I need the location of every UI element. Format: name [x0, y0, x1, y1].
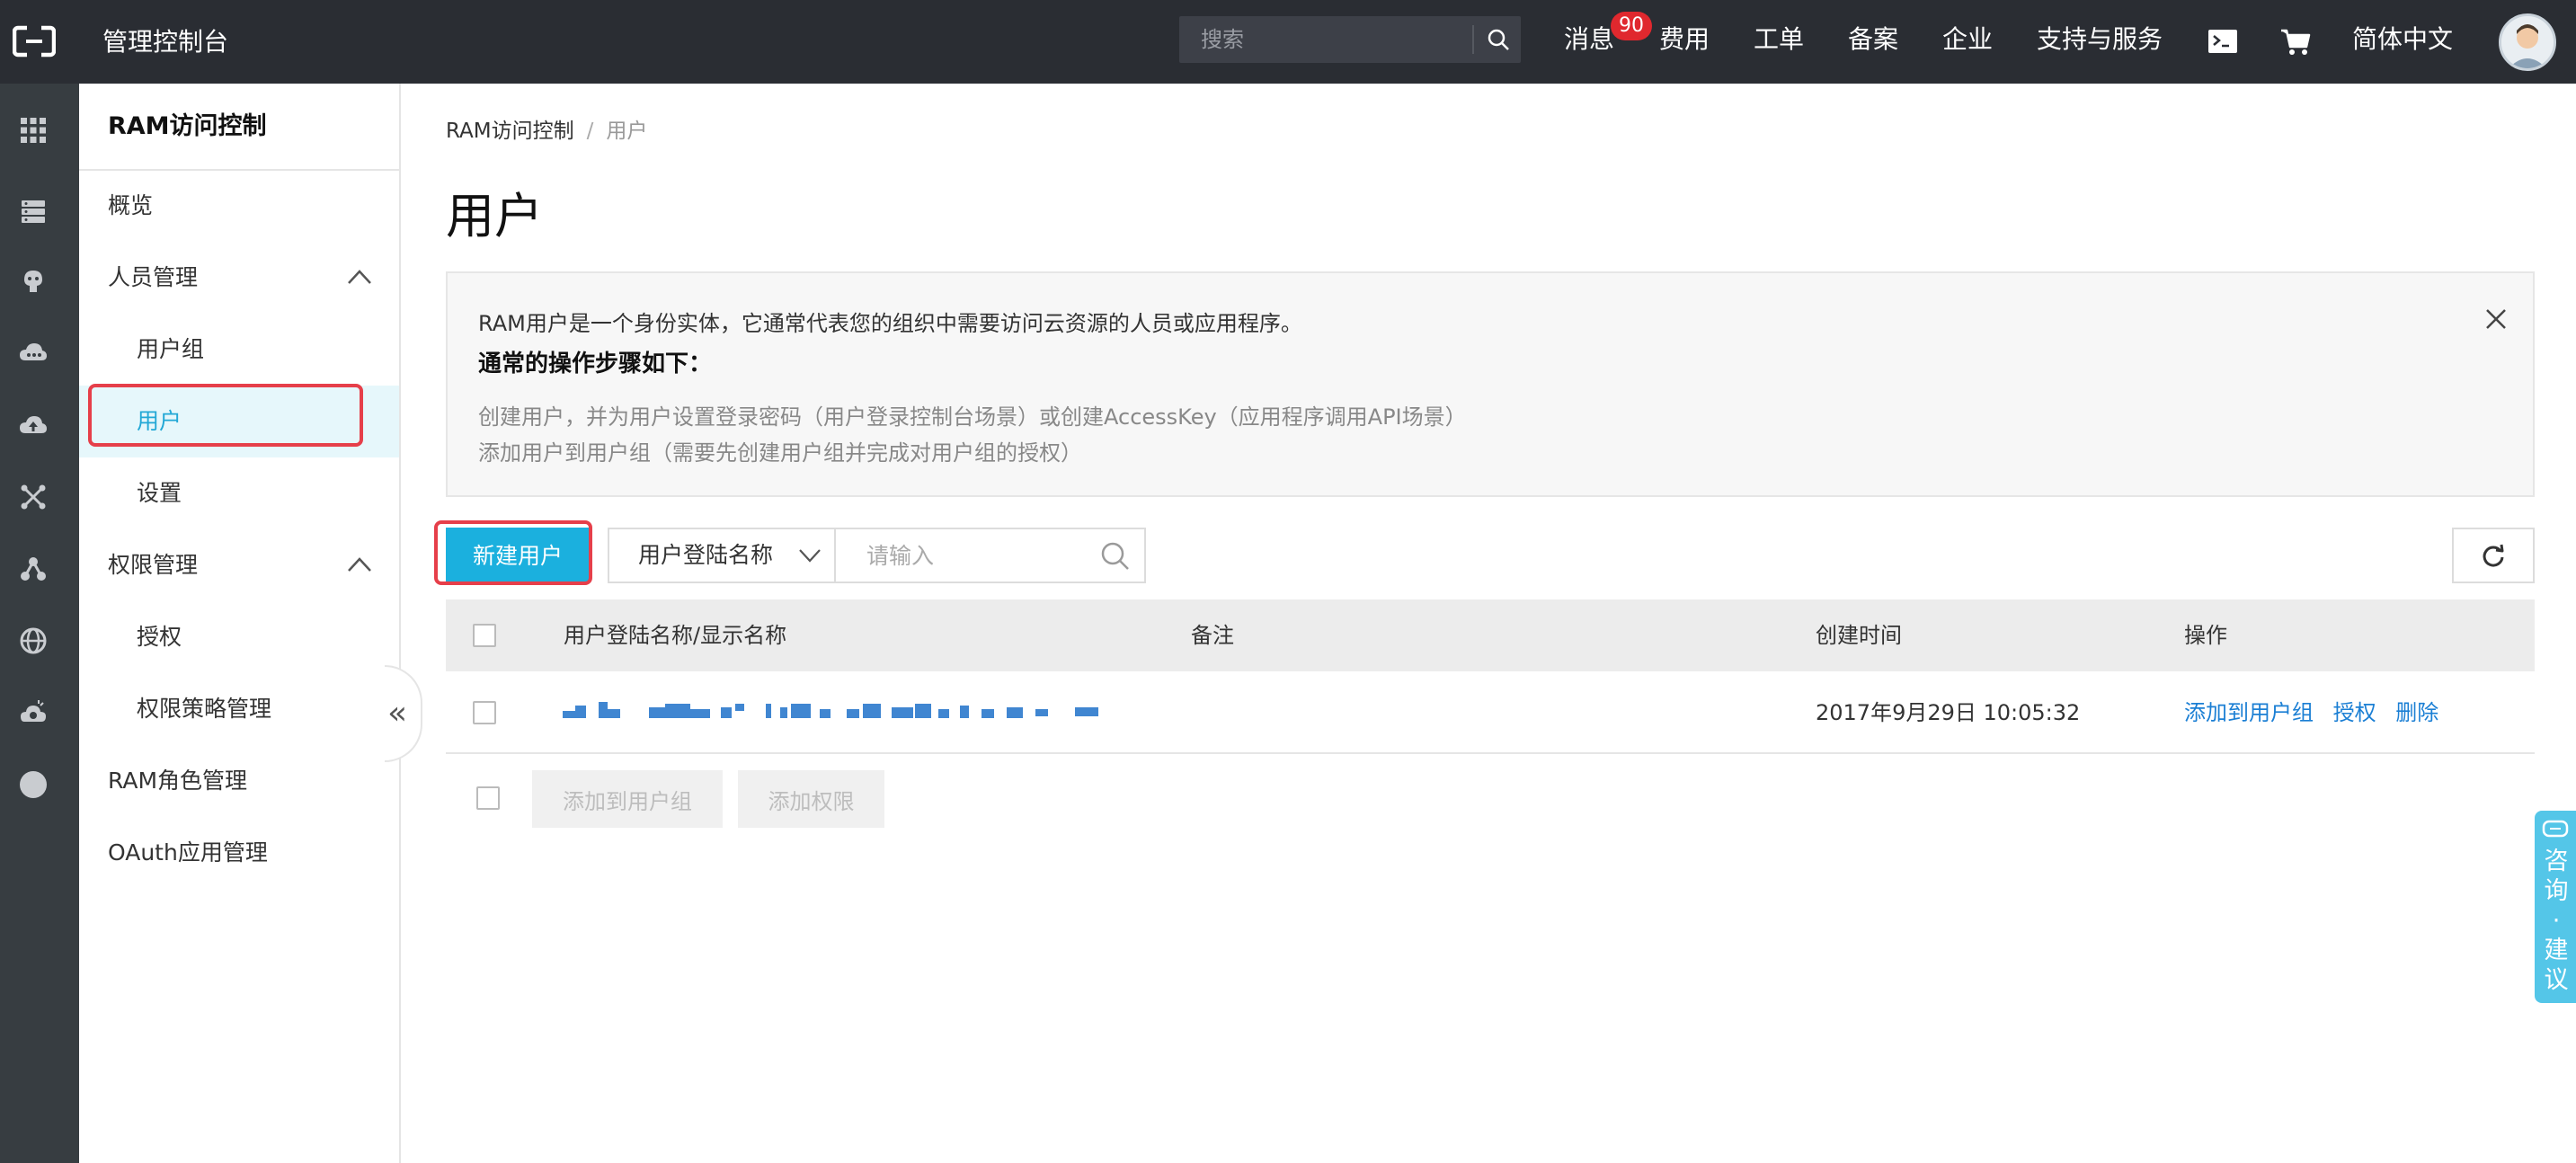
column-header-actions: 操作: [2184, 623, 2227, 648]
sidebar-item-users[interactable]: 用户: [79, 384, 399, 457]
user-avatar-icon: [2501, 16, 2554, 68]
users-table-header: 用户登陆名称/显示名称 备注 创建时间 操作: [446, 599, 2535, 671]
sidebar-item-label: 设置: [137, 480, 182, 506]
cart-icon[interactable]: [2278, 23, 2314, 59]
table-row: 2017年9月29日 10:05:32 添加到用户组 授权 删除: [446, 671, 2535, 754]
search-input[interactable]: [1179, 16, 1472, 63]
cross-arrows-icon[interactable]: [17, 481, 49, 513]
bulk-add-permission-button[interactable]: 添加权限: [738, 770, 884, 828]
highlight-outline: [88, 384, 363, 447]
message-count-badge: 90: [1611, 12, 1652, 40]
breadcrumb-root[interactable]: RAM访问控制: [446, 120, 574, 143]
sidebar-item-settings[interactable]: 设置: [79, 457, 399, 529]
column-header-created: 创建时间: [1816, 623, 1902, 648]
chevron-down-icon: [799, 549, 821, 563]
sidebar-item-label: 人员管理: [108, 264, 199, 290]
sidebar-group-people[interactable]: 人员管理: [79, 242, 399, 314]
filter-field-select[interactable]: 用户登陆名称: [608, 528, 836, 583]
refresh-icon: [2483, 544, 2504, 567]
terminal-icon[interactable]: [2205, 23, 2241, 59]
column-header-name: 用户登陆名称/显示名称: [564, 623, 787, 648]
sidebar-collapse-toggle[interactable]: «: [385, 665, 422, 762]
search-button[interactable]: [1476, 16, 1521, 63]
sidebar-item-grants[interactable]: 授权: [79, 601, 399, 673]
sidebar-item-policies[interactable]: 权限策略管理: [79, 673, 399, 745]
top-bar: 管理控制台 消息 90 费用 工单 备案 企业 支持与服务 简体中文: [0, 0, 2576, 84]
sidebar-item-oauth-apps[interactable]: OAuth应用管理: [79, 817, 399, 889]
breadcrumb-separator: /: [586, 120, 594, 143]
cloud-upload-icon[interactable]: [17, 409, 49, 441]
filter-field-label: 用户登陆名称: [638, 542, 774, 568]
redacted-user-name[interactable]: [563, 700, 1111, 722]
delete-link[interactable]: 删除: [2395, 700, 2438, 725]
sidebar-item-overview[interactable]: 概览: [79, 170, 399, 242]
aliyun-logo-icon[interactable]: [13, 24, 56, 58]
sidebar-item-label: 用户组: [137, 336, 205, 362]
nav-icp[interactable]: 备案: [1848, 0, 1898, 84]
bulk-add-to-group-button[interactable]: 添加到用户组: [532, 770, 723, 828]
filter-search-box: [834, 528, 1146, 583]
breadcrumb-current: 用户: [606, 120, 648, 143]
row-created-time: 2017年9月29日 10:05:32: [1816, 700, 2081, 725]
nav-language[interactable]: 简体中文: [2352, 0, 2453, 84]
search-divider: [1472, 25, 1474, 54]
notice-step-2: 添加用户到用户组（需要先创建用户组并完成对用户组的授权）: [478, 440, 1082, 466]
sidebar-group-permissions[interactable]: 权限管理: [79, 529, 399, 601]
chat-icon: [2542, 820, 2569, 838]
select-all-checkbox[interactable]: [473, 624, 496, 647]
highlight-outline: [434, 520, 592, 585]
info-notice: RAM用户是一个身份实体，它通常代表您的组织中需要访问云资源的人员或应用程序。 …: [446, 271, 2535, 497]
page-title: 用户: [446, 188, 543, 244]
product-rail: [0, 84, 79, 1163]
search-icon[interactable]: [1099, 540, 1132, 573]
sidebar-item-user-groups[interactable]: 用户组: [79, 314, 399, 386]
avatar[interactable]: [2499, 13, 2556, 71]
chevron-up-icon: [348, 557, 371, 572]
double-chevron-left-icon: «: [387, 695, 408, 732]
notice-step-1: 创建用户，并为用户设置登录密码（用户登录控制台场景）或创建AccessKey（应…: [478, 404, 1467, 430]
refresh-button[interactable]: [2452, 528, 2535, 583]
globe-icon[interactable]: [17, 625, 49, 657]
close-icon[interactable]: [2484, 307, 2508, 331]
sidebar-title: RAM访问控制: [108, 112, 267, 140]
circle-icon[interactable]: [17, 768, 49, 801]
grant-link[interactable]: 授权: [2333, 700, 2376, 725]
nav-enterprise[interactable]: 企业: [1942, 0, 1993, 84]
sidebar-item-label: 授权: [137, 624, 182, 650]
notice-steps-heading: 通常的操作步骤如下：: [478, 351, 713, 377]
filter-search-input[interactable]: [836, 529, 1088, 582]
cloud-gear-icon[interactable]: [17, 697, 49, 729]
sidebar-item-label: 权限管理: [108, 552, 199, 578]
bulk-select-checkbox[interactable]: [476, 786, 500, 810]
global-search: [1179, 16, 1521, 63]
nav-tickets[interactable]: 工单: [1754, 0, 1804, 84]
nav-messages[interactable]: 消息: [1564, 0, 1614, 84]
nav-support[interactable]: 支持与服务: [2037, 0, 2163, 84]
sidebar-item-ram-roles[interactable]: RAM角色管理: [79, 745, 399, 817]
brain-icon[interactable]: [17, 265, 49, 297]
nav-billing[interactable]: 费用: [1659, 0, 1710, 84]
row-actions: 添加到用户组 授权 删除: [2184, 671, 2438, 754]
sidebar-item-label: RAM角色管理: [108, 768, 248, 794]
ram-sidebar: RAM访问控制 概览 人员管理 用户组 用户 设置 权限管理 授权 权限策略管理…: [79, 84, 401, 1163]
chevron-up-icon: [348, 270, 371, 284]
search-icon: [1488, 29, 1509, 50]
console-title[interactable]: 管理控制台: [102, 0, 228, 84]
feedback-tab[interactable]: 咨询·建议: [2535, 811, 2576, 1003]
sidebar-item-label: 权限策略管理: [137, 696, 272, 722]
notice-description: RAM用户是一个身份实体，它通常代表您的组织中需要访问云资源的人员或应用程序。: [478, 311, 1302, 336]
breadcrumb: RAM访问控制 / 用户: [446, 113, 647, 144]
feedback-label: 咨询·建议: [2544, 848, 2569, 994]
add-to-group-link[interactable]: 添加到用户组: [2184, 700, 2314, 725]
cloud-network-icon[interactable]: [17, 337, 49, 369]
server-icon[interactable]: [17, 195, 49, 227]
row-checkbox[interactable]: [473, 701, 496, 724]
sidebar-item-label: 概览: [108, 192, 154, 218]
nodes-icon[interactable]: [17, 553, 49, 585]
sidebar-item-label: OAuth应用管理: [108, 839, 268, 866]
apps-grid-icon[interactable]: [17, 114, 49, 146]
column-header-note: 备注: [1191, 623, 1234, 648]
